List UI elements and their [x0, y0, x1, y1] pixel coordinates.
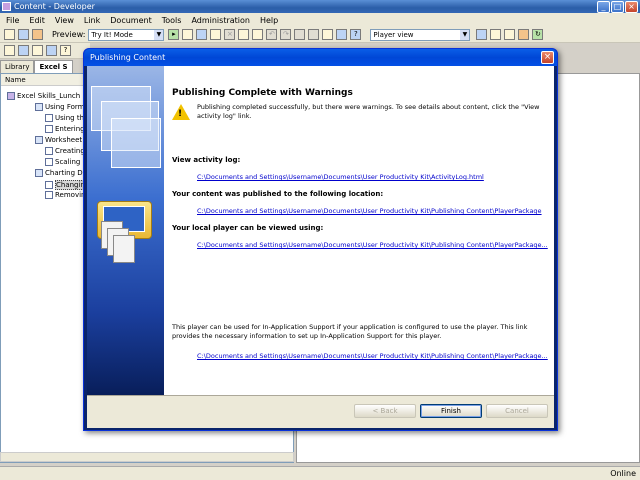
- horizontal-scrollbar[interactable]: [0, 452, 294, 462]
- tree-item[interactable]: Creating: [45, 147, 85, 155]
- chevron-down-icon: ▼: [154, 29, 164, 40]
- player-label: Your local player can be viewed using:: [172, 224, 324, 232]
- close-icon[interactable]: ×: [541, 51, 554, 64]
- warning-message: Publishing completed successfully, but t…: [197, 103, 540, 120]
- menu-help[interactable]: Help: [260, 16, 278, 25]
- menu-tools[interactable]: Tools: [162, 16, 182, 25]
- redo-icon[interactable]: ↷: [280, 29, 292, 40]
- save-icon[interactable]: [18, 29, 29, 40]
- app-icon: [2, 2, 11, 11]
- dialog-button-area: [87, 395, 554, 428]
- back-button[interactable]: < Back: [354, 404, 416, 418]
- tree-item[interactable]: Entering: [45, 125, 85, 133]
- undo-icon[interactable]: ↶: [266, 29, 278, 40]
- topic-icon: [45, 147, 53, 155]
- menu-administration[interactable]: Administration: [191, 16, 250, 25]
- outdent-icon[interactable]: [308, 29, 320, 40]
- module-icon: [35, 136, 43, 144]
- tree-item[interactable]: Using the: [45, 114, 88, 122]
- module-icon: [35, 169, 43, 177]
- menu-edit[interactable]: Edit: [29, 16, 45, 25]
- secondary-toolbar: ?: [0, 43, 90, 59]
- window-graphic: [111, 118, 161, 168]
- local-player-link[interactable]: C:\Documents and Settings\Username\Docum…: [197, 241, 548, 249]
- menu-view[interactable]: View: [55, 16, 74, 25]
- dialog-title-bar: Publishing Content ×: [84, 49, 557, 66]
- topic-icon: [45, 158, 53, 166]
- app-title: Content - Developer: [14, 2, 95, 11]
- maximize-icon[interactable]: □: [611, 1, 624, 13]
- topic-icon: [45, 114, 53, 122]
- preview-label: Preview:: [52, 30, 86, 39]
- book-icon[interactable]: [4, 45, 15, 56]
- status-bar: Online: [0, 466, 640, 480]
- find-icon[interactable]: [252, 29, 264, 40]
- tree-item[interactable]: Scaling a: [45, 158, 87, 166]
- tree-item[interactable]: Worksheet A: [35, 136, 89, 144]
- in-app-support-info: This player can be used for In-Applicati…: [172, 323, 528, 340]
- delete-icon[interactable]: ×: [224, 29, 236, 40]
- paste-icon[interactable]: [210, 29, 222, 40]
- view-log-label: View activity log:: [172, 156, 241, 164]
- section-icon[interactable]: [32, 45, 43, 56]
- warning-icon-mark: !: [178, 109, 183, 119]
- tab-excel-skills[interactable]: Excel S: [34, 60, 73, 73]
- chevron-down-icon: ▼: [460, 29, 470, 40]
- book-icon: [7, 92, 15, 100]
- replace-icon[interactable]: [336, 29, 348, 40]
- main-toolbar: Preview: Try It! Mode ▼ ▸ × ↶ ↷ ? Player…: [0, 27, 640, 43]
- finish-button[interactable]: Finish: [420, 404, 482, 418]
- online-status: Online: [610, 469, 636, 478]
- open-icon[interactable]: [4, 29, 15, 40]
- dialog-body: Publishing Complete with Warnings ! Publ…: [87, 66, 554, 428]
- layout-icon[interactable]: [476, 29, 488, 40]
- in-app-support-link[interactable]: C:\Documents and Settings\Username\Docum…: [197, 352, 548, 360]
- wizard-side-image: [87, 66, 164, 395]
- dialog-content: Publishing Complete with Warnings ! Publ…: [164, 66, 554, 395]
- copy-icon[interactable]: [196, 29, 208, 40]
- properties-icon[interactable]: [238, 29, 250, 40]
- binoculars-icon[interactable]: [322, 29, 334, 40]
- menu-link[interactable]: Link: [84, 16, 100, 25]
- menu-bar: File Edit View Link Document Tools Admin…: [0, 13, 640, 27]
- folder-icon[interactable]: [518, 29, 530, 40]
- help-icon[interactable]: ?: [350, 29, 362, 40]
- location-label: Your content was published to the follow…: [172, 190, 384, 198]
- question-icon[interactable]: ?: [60, 45, 71, 56]
- module-icon[interactable]: [18, 45, 29, 56]
- dialog-heading: Publishing Complete with Warnings: [172, 88, 353, 98]
- grid-icon[interactable]: [490, 29, 502, 40]
- player-view-select[interactable]: Player view ▼: [370, 28, 471, 41]
- tree-item[interactable]: Charting Dat: [35, 169, 90, 177]
- publish-content-dialog: Publishing Content × Publishing Complete…: [83, 48, 558, 431]
- publish-location-link[interactable]: C:\Documents and Settings\Username\Docum…: [197, 207, 542, 215]
- cancel-button[interactable]: Cancel: [486, 404, 548, 418]
- menu-file[interactable]: File: [6, 16, 19, 25]
- go-icon[interactable]: ▸: [168, 29, 180, 40]
- close-icon[interactable]: ×: [625, 1, 638, 13]
- refresh-icon[interactable]: ↻: [532, 29, 544, 40]
- module-icon: [35, 103, 43, 111]
- indent-icon[interactable]: [294, 29, 306, 40]
- document-tabs: Library Excel S: [0, 60, 90, 73]
- tab-library[interactable]: Library: [0, 60, 35, 73]
- document-icon: [113, 235, 135, 263]
- publish-icon[interactable]: [32, 29, 43, 40]
- preview-mode-select[interactable]: Try It! Mode ▼: [88, 28, 165, 41]
- menu-document[interactable]: Document: [110, 16, 151, 25]
- topic-icon: [45, 191, 53, 199]
- app-title-bar: Content - Developer _ □ ×: [0, 0, 640, 13]
- tree-item[interactable]: Removin: [45, 191, 85, 199]
- topic-icon: [45, 125, 53, 133]
- topic-icon[interactable]: [46, 45, 57, 56]
- minimize-icon[interactable]: _: [597, 1, 610, 13]
- tree-item[interactable]: Excel Skills_Lunch: [7, 92, 80, 100]
- topic-icon: [45, 181, 53, 189]
- list-icon[interactable]: [504, 29, 516, 40]
- activity-log-link[interactable]: C:\Documents and Settings\Username\Docum…: [197, 173, 484, 181]
- cut-icon[interactable]: [182, 29, 194, 40]
- dialog-title: Publishing Content: [90, 53, 166, 62]
